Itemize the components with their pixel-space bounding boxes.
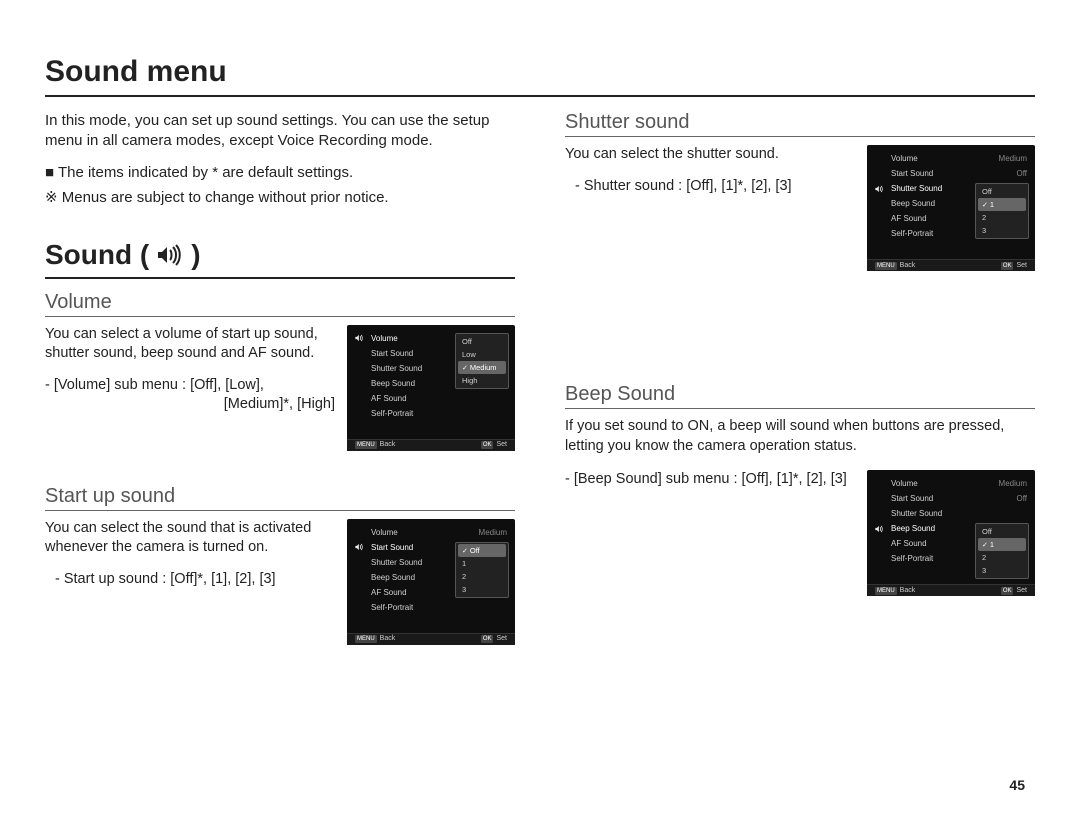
- beep-heading: Beep Sound: [565, 383, 1035, 409]
- lcd-popup-item: 3: [978, 224, 1026, 237]
- left-column: In this mode, you can set up sound setti…: [45, 111, 515, 679]
- shutter-heading: Shutter sound: [565, 111, 1035, 137]
- lcd-footer: MENUBackOKSet: [347, 439, 515, 451]
- lcd-popup-item: 2: [978, 211, 1026, 224]
- page-number: 45: [1009, 777, 1025, 793]
- startup-options: - Start up sound : [Off]*, [1], [2], [3]: [45, 570, 335, 590]
- speaker-icon: [157, 244, 183, 266]
- lcd-menu-row: Self-Portrait: [353, 406, 509, 421]
- lcd-menu-label: Start Sound: [891, 169, 1016, 178]
- sound-heading-text: Sound (: [45, 239, 149, 271]
- lcd-popup-item: Medium: [458, 361, 506, 374]
- lcd-popup-item: High: [458, 374, 506, 387]
- lcd-menu-row: AF Sound: [353, 391, 509, 406]
- lcd-menu-value: Medium: [999, 479, 1029, 488]
- lcd-menu-row: Self-Portrait: [353, 600, 509, 615]
- note-change: ※ Menus are subject to change without pr…: [45, 185, 515, 211]
- lcd-menu-row: VolumeMedium: [353, 525, 509, 540]
- sound-section-heading: Sound ( ): [45, 239, 515, 279]
- lcd-shutter: VolumeMediumStart SoundOffShutter SoundB…: [867, 145, 1035, 271]
- page-title: Sound menu: [45, 55, 1035, 97]
- lcd-menu-label: Shutter Sound: [891, 509, 1027, 518]
- lcd-beep: VolumeMediumStart SoundOffShutter SoundB…: [867, 470, 1035, 596]
- lcd-menu-label: Volume: [371, 528, 479, 537]
- volume-desc: You can select a volume of start up soun…: [45, 325, 335, 364]
- lcd-menu-value: Off: [1016, 169, 1029, 178]
- sound-heading-close: ): [191, 239, 200, 271]
- lcd-footer: MENUBackOKSet: [867, 259, 1035, 271]
- lcd-popup-item: 1: [458, 557, 506, 570]
- lcd-popup-item: 3: [458, 583, 506, 596]
- beep-options: - [Beep Sound] sub menu : [Off], [1]*, […: [565, 470, 855, 490]
- lcd-menu-row: VolumeMedium: [873, 151, 1029, 166]
- intro-text: In this mode, you can set up sound setti…: [45, 111, 515, 152]
- lcd-popup: OffLowMediumHigh: [455, 333, 509, 389]
- lcd-popup-item: Off: [458, 335, 506, 348]
- lcd-volume: VolumeStart SoundShutter SoundBeep Sound…: [347, 325, 515, 451]
- notes: ■ The items indicated by * are default s…: [45, 160, 515, 211]
- lcd-menu-label: Volume: [891, 154, 999, 163]
- lcd-menu-value: Medium: [479, 528, 509, 537]
- lcd-popup-item: 1: [978, 538, 1026, 551]
- lcd-menu-value: Off: [1016, 494, 1029, 503]
- lcd-popup: Off123: [455, 542, 509, 598]
- lcd-popup-item: 2: [458, 570, 506, 583]
- lcd-footer: MENUBackOKSet: [347, 633, 515, 645]
- lcd-popup-item: Off: [978, 525, 1026, 538]
- lcd-popup-item: 1: [978, 198, 1026, 211]
- volume-options-2: [Medium]*, [High]: [45, 395, 335, 415]
- lcd-menu-row: VolumeMedium: [873, 476, 1029, 491]
- lcd-menu-label: Start Sound: [891, 494, 1016, 503]
- lcd-menu-label: Volume: [891, 479, 999, 488]
- volume-heading: Volume: [45, 291, 515, 317]
- lcd-menu-label: AF Sound: [371, 394, 507, 403]
- lcd-popup: Off123: [975, 523, 1029, 579]
- right-column: Shutter sound You can select the shutter…: [565, 111, 1035, 679]
- volume-options-1: - [Volume] sub menu : [Off], [Low],: [45, 376, 335, 396]
- startup-heading: Start up sound: [45, 485, 515, 511]
- lcd-menu-row: Start SoundOff: [873, 491, 1029, 506]
- lcd-footer: MENUBackOKSet: [867, 584, 1035, 596]
- lcd-popup-item: 3: [978, 564, 1026, 577]
- lcd-popup-item: Off: [458, 544, 506, 557]
- startup-desc: You can select the sound that is activat…: [45, 519, 335, 558]
- lcd-menu-row: Start SoundOff: [873, 166, 1029, 181]
- lcd-popup-item: 2: [978, 551, 1026, 564]
- lcd-menu-value: Medium: [999, 154, 1029, 163]
- lcd-popup: Off123: [975, 183, 1029, 239]
- lcd-menu-label: Self-Portrait: [371, 603, 507, 612]
- shutter-desc: You can select the shutter sound.: [565, 145, 855, 165]
- note-default: ■ The items indicated by * are default s…: [45, 160, 515, 186]
- lcd-menu-label: Self-Portrait: [371, 409, 507, 418]
- lcd-popup-item: Low: [458, 348, 506, 361]
- beep-desc: If you set sound to ON, a beep will soun…: [565, 417, 1035, 456]
- shutter-options: - Shutter sound : [Off], [1]*, [2], [3]: [565, 177, 855, 197]
- lcd-menu-row: Shutter Sound: [873, 506, 1029, 521]
- lcd-popup-item: Off: [978, 185, 1026, 198]
- lcd-startup: VolumeMediumStart SoundShutter SoundBeep…: [347, 519, 515, 645]
